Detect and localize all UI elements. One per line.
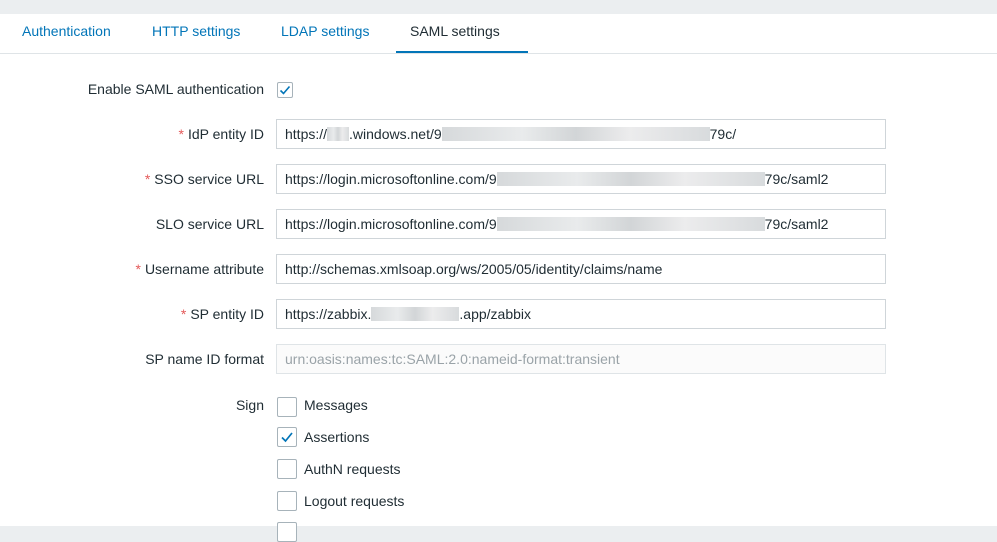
tab-bar: Authentication HTTP settings LDAP settin… bbox=[0, 14, 997, 54]
idp-entity-id-input[interactable]: https://.windows.net/9 79c/ bbox=[276, 119, 886, 149]
sso-service-url-label: * SSO service URL bbox=[144, 171, 264, 187]
sign-assertions-label: Assertions bbox=[304, 429, 370, 445]
tab-authentication[interactable]: Authentication bbox=[22, 14, 111, 53]
sign-authn-requests-label: AuthN requests bbox=[304, 461, 401, 477]
required-marker: * bbox=[135, 261, 141, 277]
slo-service-url-label: SLO service URL bbox=[155, 216, 264, 232]
sign-assertions-checkbox[interactable] bbox=[277, 427, 297, 447]
idp-entity-id-label: * IdP entity ID bbox=[178, 126, 264, 142]
redacted-block bbox=[371, 307, 460, 321]
username-attribute-input[interactable]: http://schemas.xmlsoap.org/ws/2005/05/id… bbox=[276, 254, 886, 284]
sign-authn-requests-checkbox[interactable] bbox=[277, 459, 297, 479]
sign-logout-requests-label: Logout requests bbox=[304, 493, 405, 509]
sign-messages-checkbox[interactable] bbox=[277, 397, 297, 417]
redacted-block bbox=[441, 127, 710, 141]
enable-saml-checkbox[interactable] bbox=[277, 82, 293, 98]
checkmark-icon bbox=[279, 85, 291, 95]
username-attribute-label: * Username attribute bbox=[135, 261, 264, 277]
sign-messages-label: Messages bbox=[304, 397, 368, 413]
redacted-block bbox=[327, 127, 350, 141]
sso-service-url-input[interactable]: https://login.microsoftonline.com/9 79c/s… bbox=[276, 164, 886, 194]
sign-next-option-checkbox[interactable] bbox=[277, 522, 297, 542]
active-tab-indicator bbox=[396, 51, 528, 53]
checkmark-icon bbox=[281, 432, 293, 443]
sp-name-id-format-label: SP name ID format bbox=[145, 351, 264, 367]
required-marker: * bbox=[178, 126, 184, 142]
slo-service-url-input[interactable]: https://login.microsoftonline.com/9 79c/s… bbox=[276, 209, 886, 239]
tab-saml-settings[interactable]: SAML settings bbox=[410, 14, 500, 53]
required-marker: * bbox=[180, 306, 187, 322]
tab-http-settings[interactable]: HTTP settings bbox=[152, 14, 240, 53]
redacted-block bbox=[496, 217, 765, 231]
tab-ldap-settings[interactable]: LDAP settings bbox=[281, 14, 369, 53]
sign-label: Sign bbox=[235, 397, 264, 413]
required-marker: * bbox=[144, 171, 151, 187]
sign-logout-requests-checkbox[interactable] bbox=[277, 491, 297, 511]
sp-entity-id-input[interactable]: https://zabbix. .app/zabbix bbox=[276, 299, 886, 329]
sp-name-id-format-input[interactable]: urn:oasis:names:tc:SAML:2.0:nameid-forma… bbox=[276, 344, 886, 374]
sp-entity-id-label: * SP entity ID bbox=[180, 306, 264, 322]
enable-saml-label: Enable SAML authentication bbox=[87, 81, 264, 97]
saml-settings-panel: Authentication HTTP settings LDAP settin… bbox=[0, 14, 997, 542]
redacted-block bbox=[496, 172, 765, 186]
